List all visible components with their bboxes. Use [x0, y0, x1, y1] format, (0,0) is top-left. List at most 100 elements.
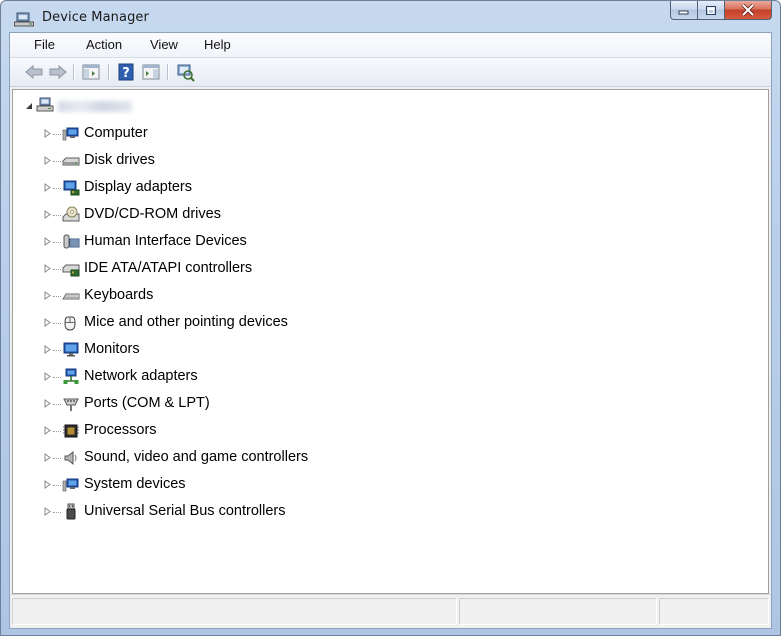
window-title: Device Manager	[42, 10, 149, 25]
tree-category-node[interactable]: Mice and other pointing devices	[13, 312, 768, 334]
status-pane-middle	[459, 598, 657, 625]
expand-arrow-icon[interactable]	[43, 183, 52, 192]
tree-connector	[53, 404, 61, 406]
device-manager-window: Device Manager File Action View Help ? C…	[0, 0, 781, 636]
tree-category-node[interactable]: Disk drives	[13, 150, 768, 172]
disk-drive-icon	[62, 157, 80, 166]
menu-action[interactable]: Action	[86, 37, 122, 52]
tree-category-node[interactable]: Universal Serial Bus controllers	[13, 501, 768, 523]
tree-category-node[interactable]: Processors	[13, 420, 768, 442]
tree-category-label: IDE ATA/ATAPI controllers	[84, 260, 253, 276]
toolbar-separator	[167, 64, 168, 80]
status-pane-main	[12, 598, 457, 625]
system-device-icon	[62, 478, 79, 492]
tree-root-node[interactable]	[13, 96, 768, 118]
tree-category-label: System devices	[84, 476, 186, 492]
menu-view[interactable]: View	[150, 37, 178, 52]
maximize-icon	[706, 5, 716, 15]
computer-root-icon	[36, 97, 54, 112]
tree-category-label: Keyboards	[84, 287, 154, 303]
expand-arrow-icon[interactable]	[43, 210, 52, 219]
status-bar	[10, 594, 771, 628]
expand-arrow-icon[interactable]	[43, 453, 52, 462]
expand-arrow-icon[interactable]	[43, 129, 52, 138]
minimize-icon	[678, 10, 689, 15]
expand-arrow-icon[interactable]	[43, 318, 52, 327]
toolbar: ?	[10, 58, 771, 87]
title-bar[interactable]: Device Manager	[1, 1, 780, 32]
device-manager-icon	[14, 12, 34, 27]
tree-category-node[interactable]: Sound, video and game controllers	[13, 447, 768, 469]
toolbar-separator	[108, 64, 109, 80]
tree-connector	[53, 296, 61, 298]
tree-category-node[interactable]: DVD/CD-ROM drives	[13, 204, 768, 226]
tree-connector	[53, 215, 61, 217]
expand-arrow-icon[interactable]	[43, 345, 52, 354]
close-button[interactable]	[725, 1, 772, 20]
tree-category-node[interactable]: Computer	[13, 123, 768, 145]
computer-icon	[62, 127, 79, 141]
status-pane-right	[659, 598, 769, 625]
close-icon	[741, 4, 755, 16]
tree-category-node[interactable]: Human Interface Devices	[13, 231, 768, 253]
tree-category-node[interactable]: System devices	[13, 474, 768, 496]
expand-arrow-icon[interactable]	[43, 507, 52, 516]
tree-category-label: Display adapters	[84, 179, 192, 195]
tree-connector	[53, 512, 61, 514]
menu-bar: File Action View Help	[10, 33, 771, 58]
minimize-button[interactable]	[670, 1, 698, 20]
tree-category-label: DVD/CD-ROM drives	[84, 206, 221, 222]
tree-connector	[53, 134, 61, 136]
tree-category-label: Disk drives	[84, 152, 155, 168]
expand-arrow-icon[interactable]	[43, 372, 52, 381]
expand-arrow-icon[interactable]	[43, 480, 52, 489]
tree-connector	[53, 350, 61, 352]
collapse-arrow-icon[interactable]	[25, 102, 34, 111]
tree-connector	[53, 323, 61, 325]
menu-help[interactable]: Help	[204, 37, 231, 52]
help-icon[interactable]: ?	[116, 62, 136, 82]
tree-category-node[interactable]: Ports (COM & LPT)	[13, 393, 768, 415]
port-icon	[63, 398, 79, 411]
hid-icon	[63, 234, 80, 249]
ide-controller-icon	[62, 264, 80, 277]
network-adapter-icon	[63, 368, 79, 384]
svg-text:?: ?	[122, 66, 130, 81]
expand-arrow-icon[interactable]	[43, 291, 52, 300]
tree-category-label: Ports (COM & LPT)	[84, 395, 210, 411]
window-controls	[670, 1, 772, 21]
tree-category-label: Network adapters	[84, 368, 198, 384]
forward-icon[interactable]	[48, 62, 68, 82]
tree-connector	[53, 485, 61, 487]
tree-category-label: Human Interface Devices	[84, 233, 247, 249]
tree-category-label: Universal Serial Bus controllers	[84, 503, 286, 519]
device-tree[interactable]: Computer Disk drives Display adapters DVD/C…	[12, 89, 769, 594]
tree-category-node[interactable]: Display adapters	[13, 177, 768, 199]
maximize-button[interactable]	[698, 1, 725, 20]
tree-connector	[53, 377, 61, 379]
expand-arrow-icon[interactable]	[43, 156, 52, 165]
tree-category-label: Mice and other pointing devices	[84, 314, 288, 330]
dvd-drive-icon	[62, 206, 80, 222]
processor-icon	[63, 424, 79, 438]
properties-pane-icon[interactable]	[141, 62, 161, 82]
expand-arrow-icon[interactable]	[43, 264, 52, 273]
tree-connector	[53, 242, 61, 244]
mouse-icon	[64, 316, 76, 331]
menu-file[interactable]: File	[34, 37, 55, 52]
expand-arrow-icon[interactable]	[43, 426, 52, 435]
scan-hardware-icon[interactable]	[175, 62, 195, 82]
expand-arrow-icon[interactable]	[43, 237, 52, 246]
monitor-icon	[63, 342, 79, 357]
tree-category-node[interactable]: IDE ATA/ATAPI controllers	[13, 258, 768, 280]
tree-category-node[interactable]: Monitors	[13, 339, 768, 361]
tree-category-node[interactable]: Network adapters	[13, 366, 768, 388]
keyboard-icon	[62, 293, 80, 300]
tree-category-label: Processors	[84, 422, 157, 438]
tree-category-label: Monitors	[84, 341, 140, 357]
expand-arrow-icon[interactable]	[43, 399, 52, 408]
tree-connector	[53, 161, 61, 163]
back-icon[interactable]	[24, 62, 44, 82]
show-hide-console-tree-icon[interactable]	[81, 62, 101, 82]
tree-category-node[interactable]: Keyboards	[13, 285, 768, 307]
